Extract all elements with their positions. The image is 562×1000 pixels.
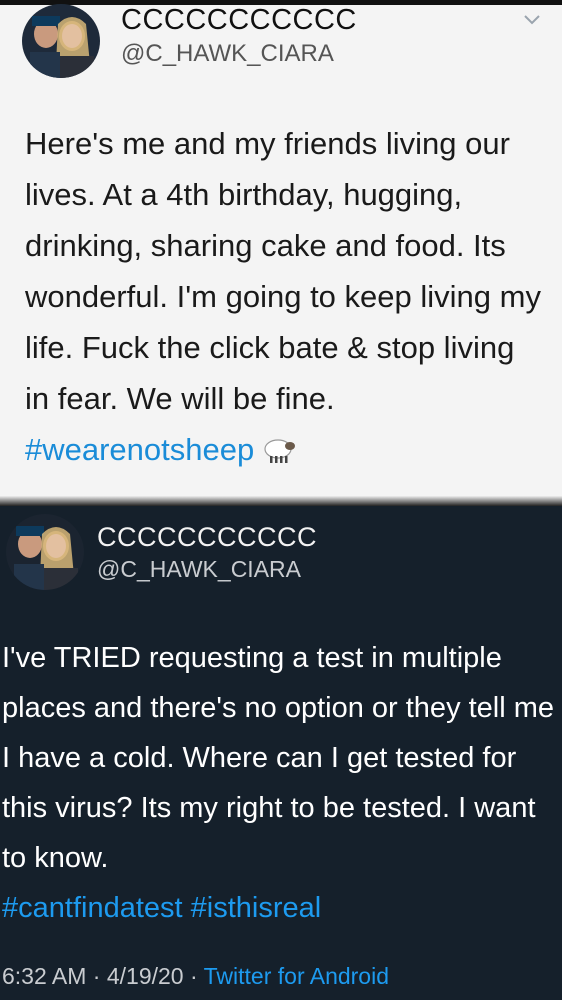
tweet-source-link[interactable]: Twitter for Android bbox=[204, 963, 389, 989]
tweet-dark: CCCCCCCCCCC @C_HAWK_CIARA I've TRIED req… bbox=[0, 506, 562, 1000]
tweet-date[interactable]: 4/19/20 bbox=[107, 963, 184, 989]
tweet-text: Here's me and my friends living our live… bbox=[25, 118, 545, 475]
tweet-time[interactable]: 6:32 AM bbox=[2, 963, 86, 989]
avatar[interactable] bbox=[6, 514, 84, 590]
tweet-body: I've TRIED requesting a test in multiple… bbox=[2, 642, 555, 874]
tweet-light: CCCCCCCCCCC @C_HAWK_CIARA Here's me and … bbox=[0, 0, 562, 506]
screenshot-edge bbox=[0, 496, 562, 506]
user-handle[interactable]: @C_HAWK_CIARA bbox=[97, 556, 301, 583]
avatar-photo bbox=[22, 4, 100, 78]
display-name[interactable]: CCCCCCCCCCC bbox=[121, 4, 357, 37]
avatar-photo bbox=[6, 514, 84, 590]
tweet-meta: 6:32 AM · 4/19/20 · Twitter for Android bbox=[2, 963, 389, 990]
tweet-text: I've TRIED requesting a test in multiple… bbox=[2, 633, 562, 933]
display-name[interactable]: CCCCCCCCCCC bbox=[97, 522, 317, 553]
sheep-icon bbox=[260, 428, 296, 463]
hashtag-links[interactable]: #cantfindatest #isthisreal bbox=[2, 892, 321, 924]
meta-separator: · bbox=[189, 963, 198, 989]
user-handle[interactable]: @C_HAWK_CIARA bbox=[121, 40, 334, 68]
chevron-down-icon[interactable] bbox=[522, 10, 542, 30]
meta-separator: · bbox=[92, 963, 101, 989]
tweet-body: Here's me and my friends living our live… bbox=[25, 126, 541, 416]
hashtag-link[interactable]: #wearenotsheep bbox=[25, 432, 254, 467]
avatar[interactable] bbox=[22, 4, 100, 78]
